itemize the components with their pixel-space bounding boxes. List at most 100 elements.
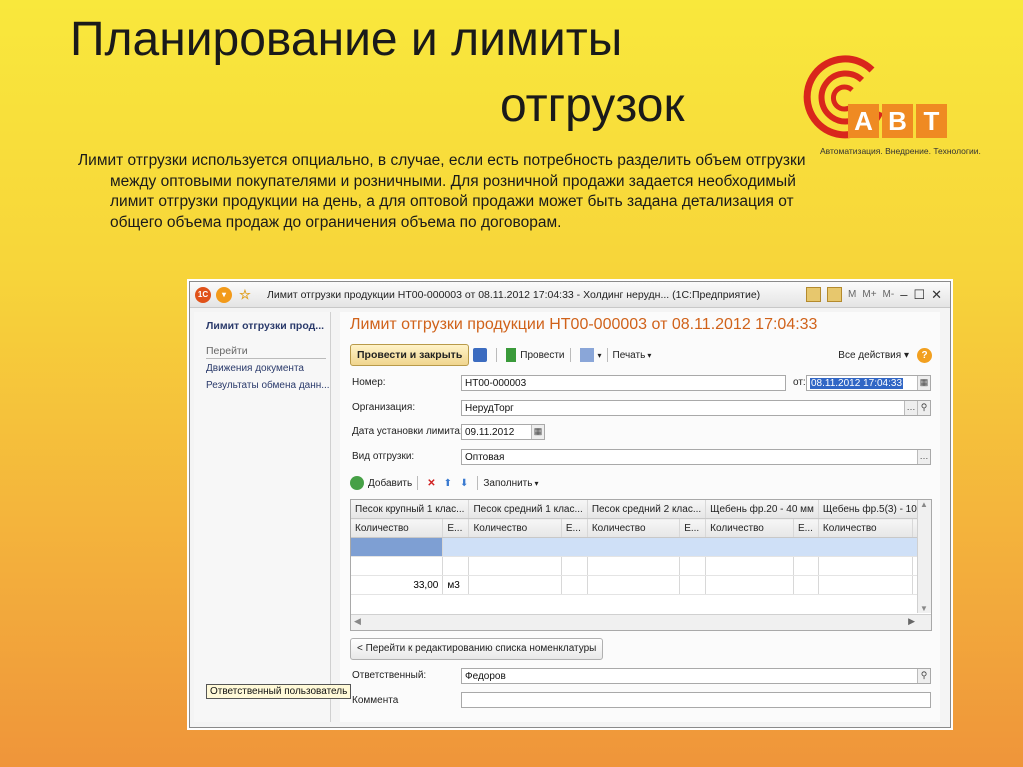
grid-toolbar: Добавить ✕ ⬆ ⬇ Заполнить ▾ [350, 475, 538, 491]
sidebar: Лимит отгрузки прод... Перейти Движения … [194, 312, 331, 722]
move-down-icon[interactable]: ⬇ [460, 478, 468, 489]
all-actions-label: Все действия [838, 349, 902, 361]
column-header-quantity[interactable]: Количество [351, 518, 444, 538]
delete-icon[interactable]: ✕ [427, 478, 435, 489]
table-row[interactable]: 33,00 м3 [351, 575, 931, 595]
horizontal-scrollbar[interactable]: ◀ ▶ [351, 614, 931, 630]
comment-field[interactable] [461, 692, 931, 708]
logo-tagline: Автоматизация. Внедрение. Технологии. [820, 146, 981, 156]
scroll-left-icon[interactable]: ◀ [354, 616, 361, 627]
column-header-unit[interactable]: Е... [442, 518, 470, 538]
fill-button[interactable]: Заполнить [483, 478, 532, 489]
close-icon[interactable]: ✕ [931, 287, 942, 303]
help-icon[interactable]: ? [917, 347, 932, 363]
responsible-field[interactable]: Федоров ⚲ [461, 668, 931, 684]
shipment-type-label: Вид отгрузки: [352, 451, 415, 462]
search-icon[interactable]: ⚲ [917, 401, 930, 415]
minimize-icon[interactable]: – [900, 287, 907, 302]
calendar-icon[interactable]: ▦ [531, 425, 544, 439]
window-tools: M M+ M- – ☐ ✕ [806, 287, 950, 303]
table-cell-quantity[interactable]: 33,00 [351, 575, 444, 595]
column-header-quantity[interactable]: Количество [818, 518, 913, 538]
maximize-icon[interactable]: ☐ [913, 287, 925, 303]
print-button[interactable]: Печать [613, 350, 646, 361]
number-field[interactable]: НТ00-000003 [461, 375, 786, 391]
shipment-type-field[interactable]: Оптовая … [461, 449, 931, 465]
table-cell[interactable] [351, 556, 444, 576]
all-actions-button[interactable]: Все действия ▾ [838, 350, 909, 361]
organization-label: Организация: [352, 402, 416, 413]
save-icon[interactable] [473, 348, 488, 362]
column-header-unit[interactable]: Е... [561, 518, 588, 538]
scroll-right-icon[interactable]: ▶ [908, 616, 915, 627]
form-area: Лимит отгрузки продукции НТ00-000003 от … [340, 312, 940, 722]
table-row[interactable] [351, 556, 931, 576]
column-header-quantity[interactable]: Количество [468, 518, 562, 538]
memory-button[interactable]: M [848, 289, 856, 300]
toolbar-divider [477, 476, 479, 490]
slide-title-line2: отгрузок [500, 79, 685, 132]
move-up-icon[interactable]: ⬆ [444, 478, 452, 489]
window-title: Лимит отгрузки продукции НТ00-000003 от … [267, 288, 761, 301]
logo-letter: В [882, 104, 913, 138]
date-time-field[interactable]: 08.11.2012 17:04:33 ▦ [806, 375, 931, 391]
calculator-icon[interactable] [827, 287, 843, 302]
post-button[interactable]: Провести [520, 350, 564, 361]
comment-label: Коммента [352, 695, 399, 706]
table-cell-selected[interactable] [351, 537, 444, 557]
add-icon[interactable] [350, 476, 364, 490]
column-group-header[interactable]: Щебень фр.5(3) - 10 мм [818, 500, 931, 519]
chevron-down-icon[interactable]: ▾ [647, 351, 651, 360]
structure-icon[interactable] [579, 348, 594, 362]
calendar-icon[interactable] [806, 287, 822, 302]
column-group-header[interactable]: Песок средний 2 клас... [587, 500, 707, 519]
post-and-close-button[interactable]: Провести и закрыть [350, 344, 470, 366]
column-group-header[interactable]: Песок крупный 1 клас... [351, 500, 470, 519]
column-group-header[interactable]: Щебень фр.20 - 40 мм [705, 500, 819, 519]
toolbar-divider [606, 348, 608, 362]
limit-date-field[interactable]: 09.11.2012 ▦ [461, 424, 545, 440]
table-cell-unit[interactable]: м3 [442, 575, 470, 595]
column-group-header[interactable]: Песок средний 1 клас... [468, 500, 588, 519]
table-row-highlight[interactable] [442, 537, 931, 557]
memory-minus-button[interactable]: M- [883, 289, 895, 300]
column-header-quantity[interactable]: Количество [587, 518, 681, 538]
post-icon[interactable] [506, 348, 517, 362]
calendar-icon[interactable]: ▦ [917, 376, 930, 390]
app-window: 1С ▾ ☆ Лимит отгрузки продукции НТ00-000… [189, 281, 951, 728]
slide-title-line1: Планирование и лимиты [70, 13, 623, 66]
table-subheader-row: Количество Е... Количество Е... Количест… [351, 518, 931, 538]
column-header-unit[interactable]: Е... [793, 518, 819, 538]
app-logo-icon[interactable]: 1С [195, 286, 211, 303]
scroll-up-icon[interactable]: ▲ [920, 500, 928, 509]
chevron-down-icon[interactable]: ▾ [598, 351, 602, 360]
from-label: от: [793, 377, 806, 388]
slide-paragraph: Лимит отгрузки используется опциально, в… [78, 152, 806, 231]
search-icon[interactable]: ⚲ [917, 669, 930, 683]
responsible-tooltip: Ответственный пользователь [206, 684, 352, 699]
memory-plus-button[interactable]: M+ [862, 289, 876, 300]
column-header-unit[interactable]: Е... [679, 518, 707, 538]
table-row[interactable] [351, 537, 931, 557]
menu-icon[interactable]: ▾ [216, 286, 232, 303]
limits-grid: Песок крупный 1 клас... Песок средний 1 … [351, 500, 931, 595]
select-ellipsis-icon[interactable]: … [904, 401, 917, 415]
sidebar-header[interactable]: Лимит отгрузки прод... [206, 320, 324, 332]
add-button[interactable]: Добавить [368, 478, 412, 489]
column-header-quantity[interactable]: Количество [705, 518, 794, 538]
logo-letter: А [848, 104, 879, 138]
toolbar-divider [569, 348, 571, 362]
favorite-star-icon[interactable]: ☆ [237, 287, 253, 303]
date-time-value: 08.11.2012 17:04:33 [810, 378, 904, 389]
sidebar-item-movements[interactable]: Движения документа [206, 363, 304, 374]
vertical-scrollbar[interactable]: ▲ ▼ [917, 500, 931, 613]
limit-date-value: 09.11.2012 [465, 427, 515, 438]
chevron-down-icon[interactable]: ▾ [534, 479, 538, 488]
form-toolbar: Провести и закрыть Провести ▾ Печать ▾ В… [350, 344, 932, 366]
edit-nomenclature-button[interactable]: < Перейти к редактированию списка номенк… [350, 638, 604, 660]
organization-value: НерудТорг [465, 403, 514, 414]
sidebar-item-exchange-results[interactable]: Результаты обмена данн... [206, 380, 330, 391]
scroll-down-icon[interactable]: ▼ [920, 604, 928, 613]
select-ellipsis-icon[interactable]: … [917, 450, 930, 464]
organization-field[interactable]: НерудТорг … ⚲ [461, 400, 931, 416]
